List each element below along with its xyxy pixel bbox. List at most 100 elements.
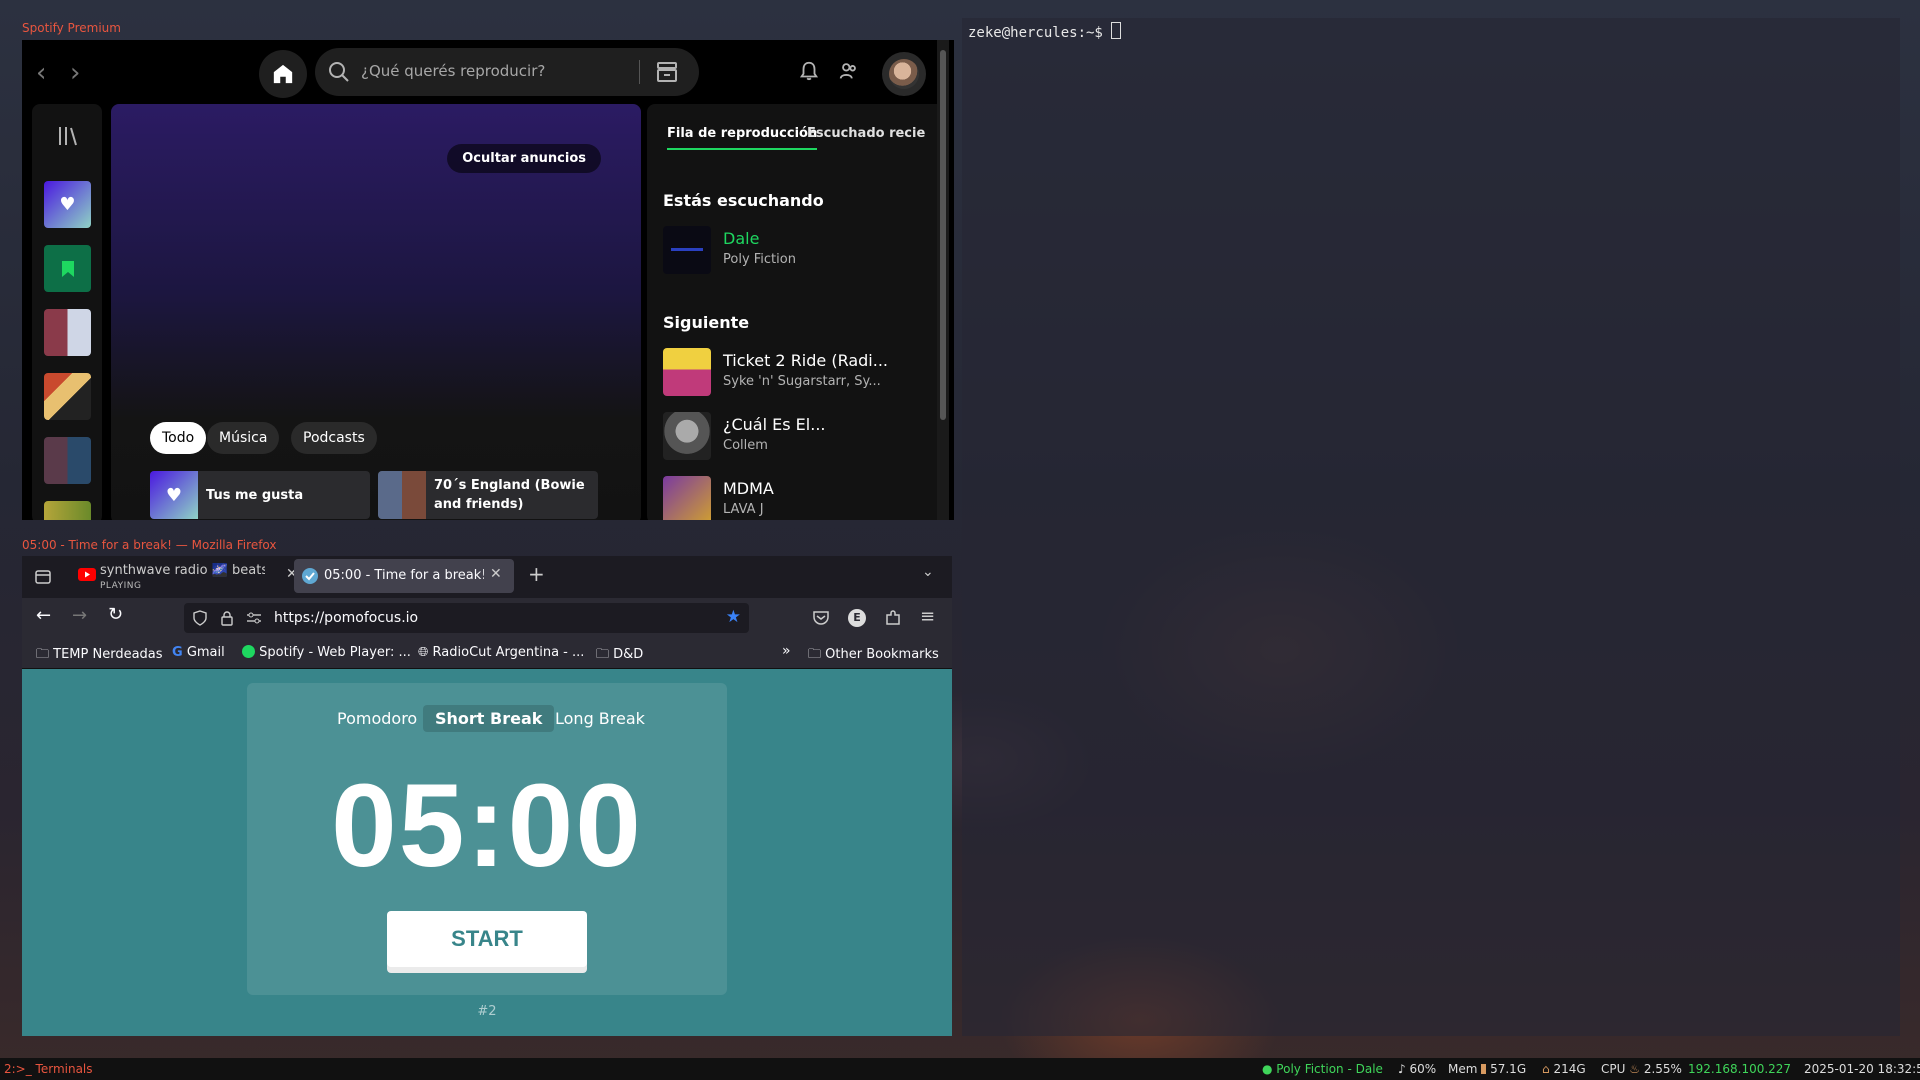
hamburger-menu-icon[interactable]: ≡ bbox=[920, 606, 935, 627]
library-sidebar: ♥ bbox=[32, 104, 102, 520]
bell-icon[interactable] bbox=[798, 60, 820, 82]
cpu-label: CPU bbox=[1601, 1062, 1626, 1076]
filter-chip-podcasts[interactable]: Podcasts bbox=[291, 422, 377, 454]
folder-icon: 🗀 bbox=[36, 647, 50, 662]
terminal-window[interactable]: zeke@hercules:~$ bbox=[962, 18, 1900, 1036]
playlist-tile[interactable] bbox=[44, 501, 91, 520]
tab-synthwave-radio[interactable]: synthwave radio 🌌 beats t PLAYING ✕ bbox=[72, 559, 304, 593]
now-playing-text: Poly Fiction - Dale bbox=[1276, 1062, 1383, 1076]
extensions-puzzle-icon[interactable] bbox=[884, 609, 902, 627]
start-button[interactable]: START bbox=[387, 911, 587, 967]
filter-chip-musica[interactable]: Música bbox=[207, 422, 280, 454]
home-icon: ⌂ bbox=[1542, 1062, 1550, 1076]
other-bookmarks[interactable]: 🗀 Other Bookmarks bbox=[808, 645, 939, 667]
browse-icon[interactable] bbox=[655, 60, 679, 84]
playlist-tile[interactable] bbox=[44, 373, 91, 420]
workspace-indicator[interactable]: 2:>_ Terminals bbox=[4, 1062, 93, 1076]
list-all-tabs-icon[interactable]: ⌄ bbox=[922, 564, 934, 580]
track-art bbox=[663, 476, 711, 520]
bookmarks-toolbar: 🗀 TEMP Nerdeadas G Gmail Spotify - Web P… bbox=[22, 638, 952, 669]
queue-row[interactable]: Ticket 2 Ride (Radi... Syke 'n' Sugarsta… bbox=[663, 348, 943, 396]
heart-icon: ♥ bbox=[165, 484, 183, 506]
url-bar[interactable]: https://pomofocus.io ★ bbox=[184, 603, 749, 633]
close-icon[interactable]: ✕ bbox=[490, 566, 502, 582]
playlist-tile[interactable] bbox=[44, 437, 91, 484]
youtube-icon bbox=[78, 568, 96, 581]
volume-status: ♪ 60% bbox=[1398, 1062, 1437, 1076]
memory-bar-icon bbox=[1481, 1064, 1487, 1074]
memory-status: Mem 57.1G bbox=[1448, 1062, 1526, 1076]
new-tab-icon[interactable]: + bbox=[528, 562, 545, 586]
spotify-window-title: Spotify Premium bbox=[22, 21, 121, 35]
filter-chip-todo[interactable]: Todo bbox=[150, 422, 207, 454]
bookmark-folder-temp-nerdeadas[interactable]: 🗀 TEMP Nerdeadas bbox=[36, 645, 163, 667]
bookmark-label: D&D bbox=[613, 647, 644, 662]
hide-ads-button[interactable]: Ocultar anuncios bbox=[447, 144, 601, 173]
firefox-window: synthwave radio 🌌 beats t PLAYING ✕ 05:0… bbox=[22, 556, 952, 1036]
queue-panel: Fila de reproducción Escuchado recie Est… bbox=[647, 104, 947, 520]
forward-arrow-icon[interactable]: › bbox=[70, 60, 80, 86]
art-waveform bbox=[671, 248, 703, 251]
globe-icon: 🌐︎ bbox=[418, 645, 429, 660]
home-button[interactable] bbox=[259, 50, 307, 98]
bookmark-gmail[interactable]: G Gmail bbox=[172, 645, 225, 660]
mode-short-break[interactable]: Short Break bbox=[423, 705, 555, 732]
friend-activity-icon[interactable] bbox=[838, 60, 860, 82]
shield-icon[interactable] bbox=[192, 610, 208, 626]
queue-row[interactable]: ¿Cuál Es El... Collem bbox=[663, 412, 943, 460]
ip-address: 192.168.100.227 bbox=[1688, 1062, 1792, 1076]
main-view: Ocultar anuncios Todo Música Podcasts ♥ … bbox=[111, 104, 641, 520]
card-thumb: ♥ bbox=[150, 471, 198, 519]
back-arrow-icon[interactable]: ‹ bbox=[36, 60, 46, 86]
playlist-tile[interactable] bbox=[44, 309, 91, 356]
forward-icon[interactable]: → bbox=[72, 605, 87, 626]
mode-long-break[interactable]: Long Break bbox=[543, 705, 657, 732]
track-artist: Collem bbox=[723, 438, 768, 453]
memory-label: Mem bbox=[1448, 1062, 1478, 1076]
search-bar[interactable]: ¿Qué querés reproducir? bbox=[315, 48, 699, 96]
search-placeholder: ¿Qué querés reproducir? bbox=[361, 62, 546, 80]
track-artist: Poly Fiction bbox=[723, 252, 796, 267]
back-icon[interactable]: ← bbox=[36, 605, 51, 626]
track-art bbox=[663, 348, 711, 396]
disk-status: ⌂ 214G bbox=[1542, 1062, 1586, 1076]
scrollbar-thumb[interactable] bbox=[940, 50, 946, 420]
mode-pomodoro[interactable]: Pomodoro bbox=[325, 705, 429, 732]
status-bar: 2:>_ Terminals ● Poly Fiction - Dale ♪ 6… bbox=[0, 1058, 1920, 1080]
saved-episodes-tile[interactable] bbox=[44, 245, 91, 292]
shortcut-card-playlist[interactable]: 70´s England (Bowie and friends) bbox=[378, 471, 598, 519]
bookmark-spotify[interactable]: Spotify - Web Player: ... bbox=[242, 645, 411, 660]
spotify-topbar: ‹ › ¿Qué querés reproducir? bbox=[22, 40, 954, 104]
home-icon bbox=[273, 64, 293, 84]
library-icon[interactable] bbox=[56, 124, 80, 148]
datetime: 2025-01-20 18:32:55 bbox=[1804, 1062, 1920, 1076]
queue-row[interactable]: MDMA LAVA J bbox=[663, 476, 943, 520]
shortcut-card-liked[interactable]: ♥ Tus me gusta bbox=[150, 471, 370, 519]
reload-icon[interactable]: ↻ bbox=[108, 604, 123, 625]
nav-bar: ← → ↻ https://pomofocus.io ★ E ≡ bbox=[22, 598, 952, 638]
now-playing-row[interactable]: Dale Poly Fiction bbox=[663, 226, 943, 274]
bookmark-star-icon[interactable]: ★ bbox=[726, 607, 741, 627]
track-title: Dale bbox=[723, 229, 760, 248]
bookmark-label: RadioCut Argentina - ... bbox=[432, 645, 585, 660]
bookmark-folder-dnd[interactable]: 🗀 D&D bbox=[596, 645, 643, 667]
card-thumb bbox=[378, 471, 426, 519]
liked-songs-tile[interactable]: ♥ bbox=[44, 181, 91, 228]
cpu-temp-icon: ♨ bbox=[1629, 1062, 1640, 1076]
tab-queue[interactable]: Fila de reproducción bbox=[667, 126, 818, 150]
lock-icon[interactable] bbox=[220, 610, 234, 626]
user-avatar[interactable] bbox=[882, 52, 926, 96]
firefox-view-icon[interactable] bbox=[34, 568, 52, 586]
url-text[interactable]: https://pomofocus.io bbox=[274, 610, 418, 626]
spotify-scrollbar[interactable] bbox=[937, 40, 949, 520]
track-title: MDMA bbox=[723, 479, 774, 498]
bookmark-radiocut[interactable]: 🌐︎ RadioCut Argentina - ... bbox=[418, 645, 584, 660]
bookmark-label: TEMP Nerdeadas bbox=[53, 647, 163, 662]
tab-recently-played[interactable]: Escuchado recie bbox=[807, 126, 925, 141]
memory-value: 57.1G bbox=[1490, 1062, 1527, 1076]
permissions-icon[interactable] bbox=[246, 611, 262, 625]
more-bookmarks-chevron-icon[interactable]: » bbox=[782, 643, 791, 659]
tab-pomofocus[interactable]: 05:00 - Time for a break! ✕ bbox=[294, 559, 514, 593]
extension-icon[interactable]: E bbox=[848, 609, 866, 627]
pocket-icon[interactable] bbox=[812, 609, 830, 627]
